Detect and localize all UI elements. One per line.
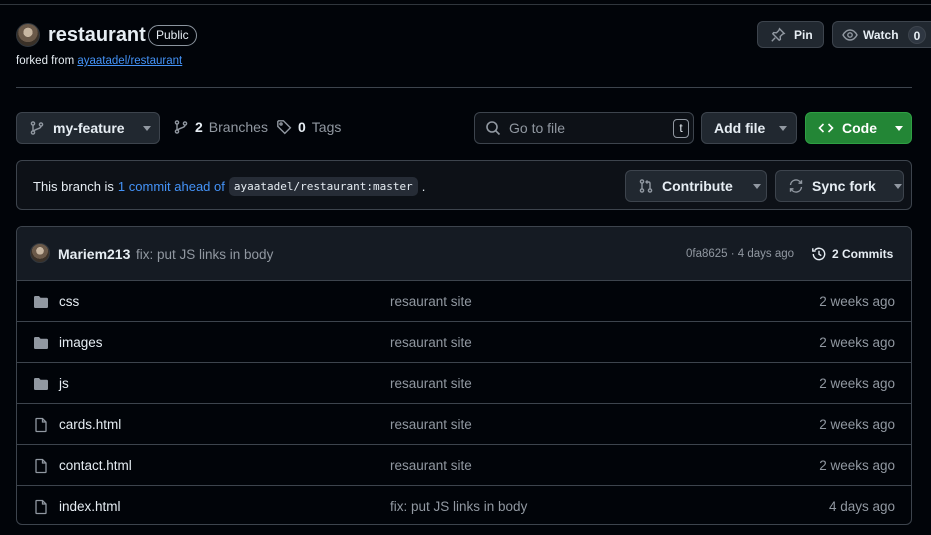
add-file-button[interactable]: Add file (701, 112, 797, 144)
folder-icon (33, 294, 49, 310)
search-placeholder: Go to file (509, 120, 566, 136)
file-commit-time: 2 weeks ago (819, 335, 895, 350)
watch-count: 0 (907, 25, 927, 44)
contribute-label: Contribute (662, 178, 733, 194)
commit-author[interactable]: Mariem213 (58, 246, 130, 262)
file-commit-message[interactable]: fix: put JS links in body (390, 499, 527, 514)
branches-count: 2 (195, 119, 203, 135)
pin-label: Pin (794, 27, 813, 42)
commits-count-label: 2 Commits (832, 247, 894, 261)
chevron-down-icon (142, 125, 151, 131)
commit-message[interactable]: fix: put JS links in body (136, 247, 273, 262)
file-row: images resaurant site 2 weeks ago (17, 322, 911, 363)
file-icon (33, 499, 49, 515)
chevron-down-icon (779, 125, 788, 131)
pin-icon (771, 27, 786, 42)
file-row: cards.html resaurant site 2 weeks ago (17, 404, 911, 445)
fork-status-text: This branch is 1 commit ahead of ayaatad… (33, 177, 425, 196)
watch-label: Watch (863, 27, 899, 42)
commit-sha-time[interactable]: 0fa8625 · 4 days ago (686, 248, 794, 260)
tag-icon (277, 120, 292, 135)
branch-name: my-feature (53, 120, 125, 136)
file-icon (33, 417, 49, 433)
contribute-button[interactable]: Contribute (625, 170, 767, 202)
file-commit-message[interactable]: resaurant site (390, 458, 472, 473)
file-commit-message[interactable]: resaurant site (390, 294, 472, 309)
sync-fork-button[interactable]: Sync fork (775, 170, 904, 202)
author-avatar[interactable] (30, 243, 50, 263)
branches-link[interactable]: 2 Branches (173, 119, 268, 135)
file-commit-time: 2 weeks ago (819, 376, 895, 391)
file-commit-message[interactable]: resaurant site (390, 417, 472, 432)
fork-status-suffix: . (421, 179, 426, 194)
chevron-down-icon (893, 183, 902, 189)
eye-icon (842, 28, 858, 41)
file-name-link[interactable]: js (59, 376, 69, 391)
file-name-link[interactable]: css (59, 294, 79, 309)
file-commit-message[interactable]: resaurant site (390, 376, 472, 391)
header-separator (16, 87, 912, 88)
owner-avatar[interactable] (16, 23, 40, 47)
forked-from-link[interactable]: ayaatadel/restaurant (77, 55, 182, 67)
file-name-link[interactable]: cards.html (59, 417, 121, 432)
keyboard-shortcut-hint: t (673, 119, 689, 138)
go-to-file-input[interactable]: Go to file t (474, 112, 694, 144)
fork-status-banner: This branch is 1 commit ahead of ayaatad… (16, 160, 912, 210)
file-row: index.html fix: put JS links in body 4 day… (17, 486, 911, 524)
forked-from-text: forked from ayaatadel/restaurant (16, 55, 182, 67)
sync-fork-label: Sync fork (812, 178, 876, 194)
folder-icon (33, 335, 49, 351)
visibility-badge: Public (148, 25, 197, 46)
history-icon (812, 247, 826, 261)
code-label: Code (842, 120, 877, 136)
upstream-branch-ref: ayaatadel/restaurant:master (228, 177, 418, 196)
pull-request-icon (639, 179, 653, 193)
code-icon (818, 123, 834, 133)
search-icon (486, 121, 501, 136)
watch-button[interactable]: Watch 0 (832, 21, 931, 48)
add-file-label: Add file (714, 120, 766, 136)
file-commit-time: 2 weeks ago (819, 294, 895, 309)
file-row: css resaurant site 2 weeks ago (17, 281, 911, 322)
file-row: js resaurant site 2 weeks ago (17, 363, 911, 404)
forked-prefix: forked from (16, 55, 75, 67)
code-button[interactable]: Code (805, 112, 912, 144)
file-commit-time: 4 days ago (828, 499, 895, 514)
tags-label: Tags (311, 119, 342, 135)
branches-label: Branches (208, 119, 268, 135)
file-name-link[interactable]: contact.html (59, 458, 132, 473)
sync-icon (789, 179, 803, 193)
folder-icon (33, 376, 49, 392)
file-browser: Mariem213 fix: put JS links in body 0fa8… (16, 226, 912, 525)
file-commit-time: 2 weeks ago (819, 458, 895, 473)
fork-status-prefix: This branch is (33, 179, 114, 194)
repo-name[interactable]: restaurant (48, 24, 146, 47)
file-row: contact.html resaurant site 2 weeks ago (17, 445, 911, 486)
file-name-link[interactable]: images (59, 335, 103, 350)
commits-history-link[interactable]: 2 Commits (811, 246, 893, 262)
tags-count: 0 (298, 119, 306, 135)
chevron-down-icon (895, 125, 903, 131)
file-commit-time: 2 weeks ago (819, 417, 895, 432)
file-list: css resaurant site 2 weeks ago images resaur… (17, 281, 911, 524)
branch-select-button[interactable]: my-feature (16, 112, 160, 144)
git-branch-icon (174, 120, 188, 134)
tags-link[interactable]: 0 Tags (276, 119, 341, 135)
file-icon (33, 458, 49, 474)
git-branch-icon (30, 121, 44, 135)
commits-ahead-link[interactable]: 1 commit ahead of (118, 179, 225, 194)
file-commit-message[interactable]: resaurant site (390, 335, 472, 350)
pin-button[interactable]: Pin (757, 21, 824, 48)
file-name-link[interactable]: index.html (59, 499, 121, 514)
chevron-down-icon (752, 183, 761, 189)
latest-commit-row: Mariem213 fix: put JS links in body 0fa8… (17, 227, 911, 281)
top-divider (0, 4, 931, 5)
